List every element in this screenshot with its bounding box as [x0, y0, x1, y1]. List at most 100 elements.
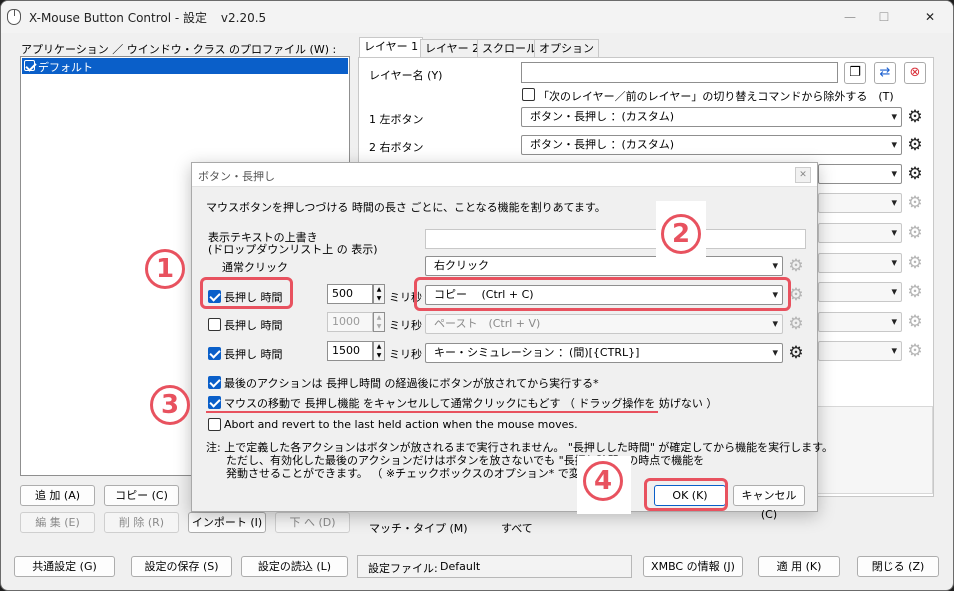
close-icon[interactable]: ✕: [915, 7, 945, 27]
hold-1-highlight: [200, 277, 293, 309]
gear-icon[interactable]: ⚙: [906, 313, 924, 331]
edit-button[interactable]: 編 集 (E): [20, 512, 95, 533]
cancel-on-move-label: マウスの移動で 長押し機能 をキャンセルして通常クリックにもどす （ ドラッグ操…: [224, 397, 718, 410]
hold-3-spinner[interactable]: ▲ ▼: [373, 341, 385, 361]
add-button[interactable]: 追 加 (A): [20, 485, 95, 506]
release-option-label: 最後のアクションは 長押し時間 の経過後にボタンが放されてから実行する*: [224, 377, 599, 390]
override-sublabel: (ドロップダウンリスト上 の 表示): [208, 243, 378, 256]
match-type-label: マッチ・タイプ (M): [369, 522, 468, 535]
hold-2-ms-input[interactable]: 1000: [327, 312, 373, 332]
gear-icon[interactable]: ⚙: [906, 194, 924, 212]
maximize-icon[interactable]: ☐: [869, 7, 899, 27]
dialog-description: マウスボタンを押しつづける 時間の長さ ごとに、ことなる機能を割りあてます。: [206, 201, 606, 214]
settings-file-label: 設定ファイル:: [368, 562, 438, 575]
button-4-dropdown[interactable]: [818, 193, 902, 213]
tab-layer-2[interactable]: レイヤー 2: [420, 39, 485, 57]
hold-2-spinner[interactable]: ▲ ▼: [373, 312, 385, 332]
left-button-dropdown[interactable]: ボタン・長押し ：(カスタム): [521, 107, 902, 127]
dialog-title: ボタン・長押し: [198, 170, 275, 183]
hold-3-action-dropdown[interactable]: キー・シミュレーション ：(間)[{CTRL}]: [425, 343, 783, 363]
cancel-on-move-checkbox[interactable]: [208, 396, 221, 409]
window-title: X-Mouse Button Control - 設定: [29, 11, 208, 25]
list-item[interactable]: デフォルト: [22, 58, 348, 74]
hold-3-checkbox[interactable]: [208, 347, 221, 360]
button-8-dropdown[interactable]: [818, 312, 902, 332]
delete-button[interactable]: 削 除 (R): [104, 512, 179, 533]
annotation-3: 3: [150, 385, 190, 425]
button-9-dropdown[interactable]: [818, 341, 902, 361]
hold-1-ms-input[interactable]: 500: [327, 284, 373, 304]
mouse-icon: [7, 9, 21, 25]
button-7-dropdown[interactable]: [818, 282, 902, 302]
hold-3-label: 長押し 時間: [224, 348, 283, 361]
gear-icon[interactable]: ⚙: [906, 283, 924, 301]
apply-button[interactable]: 適 用 (K): [758, 556, 840, 577]
gear-icon[interactable]: ⚙: [906, 108, 924, 126]
settings-file-box: 設定ファイル: Default: [357, 555, 632, 578]
dialog-close-icon[interactable]: ✕: [795, 167, 811, 183]
hold-2-unit: ミリ秒: [389, 319, 422, 332]
gear-icon[interactable]: ⚙: [787, 315, 805, 333]
copy-button[interactable]: コピー (C): [104, 485, 179, 506]
exclude-checkbox[interactable]: [522, 88, 535, 101]
button-5-dropdown[interactable]: [818, 223, 902, 243]
long-press-dialog: ボタン・長押し ✕ マウスボタンを押しつづける 時間の長さ ごとに、ことなる機能…: [191, 162, 833, 521]
note-line-3: 発動させることができます。 （ ※チェックボックスのオプション* で変更可 ）: [226, 467, 617, 480]
right-button-label: 2 右ボタン: [369, 141, 424, 154]
annotation-2: 2: [661, 214, 701, 254]
normal-click-dropdown[interactable]: 右クリック: [425, 256, 783, 276]
hold-2-action-dropdown[interactable]: ペースト (Ctrl + V): [425, 314, 783, 334]
main-window: X-Mouse Button Control - 設定 v2.20.5 — ☐ …: [0, 0, 954, 591]
move-down-button[interactable]: 下 へ (D): [275, 512, 350, 533]
tab-options[interactable]: オプション: [534, 39, 599, 57]
about-button[interactable]: XMBC の情報 (J): [643, 556, 743, 577]
abort-revert-checkbox[interactable]: [208, 418, 221, 431]
gear-icon[interactable]: ⚙: [906, 224, 924, 242]
profile-name: デフォルト: [38, 61, 93, 74]
gear-icon[interactable]: ⚙: [787, 344, 805, 362]
gear-icon[interactable]: ⚙: [906, 342, 924, 360]
close-button[interactable]: 閉じる (Z): [857, 556, 939, 577]
hold-1-spinner[interactable]: ▲ ▼: [373, 284, 385, 304]
override-input[interactable]: [425, 229, 806, 249]
tab-layer-1[interactable]: レイヤー 1: [359, 37, 424, 57]
exclude-label: 「次のレイヤー／前のレイヤー」の切り替えコマンドから除外する (T): [538, 90, 894, 103]
hold-3-unit: ミリ秒: [389, 348, 422, 361]
title-bar: X-Mouse Button Control - 設定 v2.20.5 — ☐ …: [1, 1, 953, 33]
gear-icon[interactable]: ⚙: [906, 136, 924, 154]
common-settings-button[interactable]: 共通設定 (G): [14, 556, 115, 577]
gear-icon[interactable]: ⚙: [906, 165, 924, 183]
version-label: v2.20.5: [220, 11, 267, 25]
minimize-icon[interactable]: —: [835, 7, 865, 27]
tab-scroll[interactable]: スクロール: [477, 39, 542, 57]
left-button-label: 1 左ボタン: [369, 113, 424, 126]
gear-icon[interactable]: ⚙: [787, 257, 805, 275]
abort-revert-label: Abort and revert to the last held action…: [224, 418, 578, 431]
hold-2-checkbox[interactable]: [208, 318, 221, 331]
load-settings-button[interactable]: 設定の読込 (L): [241, 556, 348, 577]
clear-layer-icon[interactable]: ⊗: [904, 62, 926, 84]
settings-file-value: Default: [440, 560, 481, 573]
cancel-button[interactable]: キャンセル (C): [733, 485, 805, 521]
profile-checkbox[interactable]: [24, 60, 35, 71]
right-button-dropdown[interactable]: ボタン・長押し ：(カスタム): [521, 135, 902, 155]
layer-name-label: レイヤー名 (Y): [369, 69, 443, 82]
hold-2-label: 長押し 時間: [224, 319, 283, 332]
annotation-1: 1: [145, 249, 185, 289]
button-6-dropdown[interactable]: [818, 253, 902, 273]
copy-layer-icon[interactable]: ❐: [844, 62, 866, 84]
cancel-on-move-underline: [206, 411, 658, 413]
hold-3-ms-input[interactable]: 1500: [327, 341, 373, 361]
layer-name-input[interactable]: [521, 62, 838, 83]
swap-layer-icon[interactable]: ⇄: [874, 62, 896, 84]
normal-click-label: 通常クリック: [222, 261, 288, 274]
annotation-4: 4: [583, 461, 623, 501]
button-3-dropdown[interactable]: [818, 164, 902, 184]
release-option-checkbox[interactable]: [208, 376, 221, 389]
hold-1-action-highlight: [414, 277, 791, 311]
save-settings-button[interactable]: 設定の保存 (S): [131, 556, 232, 577]
gear-icon[interactable]: ⚙: [906, 254, 924, 272]
profiles-label: アプリケーション ／ ウインドウ・クラス のプロファイル (W) :: [21, 43, 337, 56]
match-type-value: すべて: [501, 522, 533, 535]
import-button[interactable]: インポート (I): [188, 512, 266, 533]
